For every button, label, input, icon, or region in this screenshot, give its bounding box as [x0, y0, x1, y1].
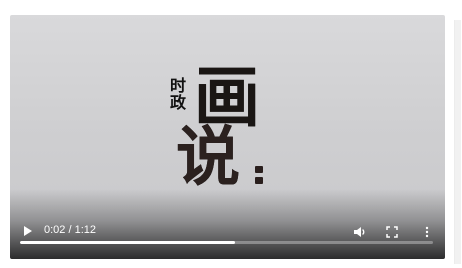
video-time-display: 0:02 / 1:12	[44, 224, 96, 236]
volume-button[interactable]	[352, 224, 368, 240]
page: 时 政 画 说 0:02 / 1:12	[0, 0, 462, 268]
fullscreen-icon	[386, 226, 398, 238]
play-icon	[24, 226, 32, 236]
poster-large-character-2: 说	[176, 120, 240, 195]
more-vertical-icon	[425, 226, 429, 238]
fullscreen-button[interactable]	[384, 224, 400, 240]
video-poster-art: 时 政 画 说	[160, 62, 280, 194]
video-controls: 0:02 / 1:12	[10, 217, 445, 259]
more-options-button[interactable]	[422, 224, 432, 240]
poster-small-character-2: 政	[170, 93, 187, 112]
progress-fill	[20, 241, 235, 244]
colon-dot-top	[255, 166, 263, 173]
side-scroll-strip[interactable]	[454, 20, 461, 264]
play-button[interactable]	[20, 223, 36, 239]
volume-icon	[354, 227, 365, 237]
video-player[interactable]: 时 政 画 说 0:02 / 1:12	[10, 15, 445, 259]
poster-colon-mark	[255, 166, 263, 184]
colon-dot-bottom	[255, 177, 263, 184]
progress-bar[interactable]	[20, 241, 433, 244]
poster-small-character-1: 时	[170, 76, 187, 95]
